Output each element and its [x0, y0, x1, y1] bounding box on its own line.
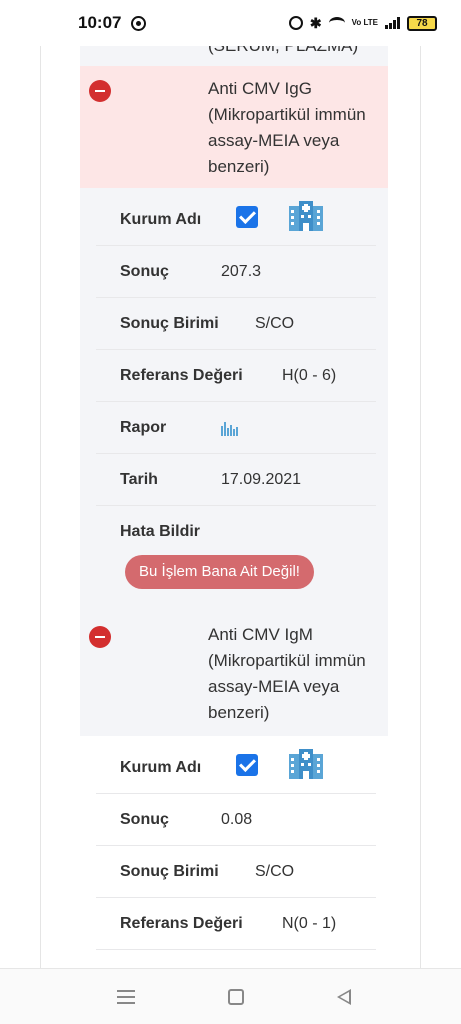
- report-error-button[interactable]: Bu İşlem Bana Ait Değil!: [125, 555, 314, 589]
- detail-row-birim: Sonuç Birimi S/CO: [96, 846, 376, 898]
- detail-row-hata: Hata Bildir: [96, 506, 376, 558]
- detail-row-referans: Referans Değeri H(0 - 6): [96, 350, 376, 402]
- status-bar: 10:07 ✱ Vo LTE 78: [0, 0, 461, 46]
- detail-label: Sonuç: [120, 810, 169, 828]
- whatsapp-icon: [131, 15, 147, 31]
- result-header[interactable]: Anti CMV IgM (Mikropartikül immün assay-…: [80, 612, 388, 736]
- wifi-icon: [328, 17, 345, 29]
- detail-label: Hata Bildir: [120, 523, 201, 540]
- detail-label: Sonuç: [120, 262, 169, 280]
- detail-row-tarih: Tarih 17.09.2021: [96, 454, 376, 506]
- checkbox-icon[interactable]: [236, 206, 258, 228]
- detail-label: Sonuç Birimi: [120, 862, 219, 880]
- reference-value: N(0 - 1): [282, 914, 337, 932]
- detail-row-kurum: Kurum Adı: [96, 742, 376, 794]
- menu-icon[interactable]: [117, 990, 135, 1004]
- status-icons: ✱ Vo LTE 78: [288, 14, 437, 32]
- signal-icon: [385, 17, 400, 29]
- status-time: 10:07: [78, 13, 122, 32]
- previous-result-tail: (SERUM, PLAZMA): [80, 46, 388, 66]
- detail-row-sonuc: Sonuç 0.08: [96, 794, 376, 846]
- detail-label: Kurum Adı: [120, 758, 202, 776]
- detail-row-kurum: Kurum Adı: [96, 194, 376, 246]
- divider: [420, 46, 421, 968]
- minus-circle-icon[interactable]: [89, 626, 111, 648]
- hospital-icon[interactable]: [288, 200, 324, 232]
- detail-row-sonuc: Sonuç 207.3: [96, 246, 376, 298]
- detail-label: Referans Değeri: [120, 914, 243, 932]
- detail-label: Rapor: [120, 418, 167, 436]
- minus-circle-icon[interactable]: [89, 80, 111, 102]
- battery-icon: 78: [407, 15, 437, 31]
- checkbox-icon[interactable]: [236, 754, 258, 776]
- hospital-icon[interactable]: [288, 748, 324, 780]
- reference-value: H(0 - 6): [282, 366, 337, 384]
- alarm-icon: [288, 16, 303, 30]
- detail-row-referans: Referans Değeri N(0 - 1): [96, 898, 376, 950]
- test-name: Anti CMV IgM (Mikropartikül immün assay-…: [208, 625, 366, 722]
- unit-value: S/CO: [255, 862, 295, 880]
- detail-label: Kurum Adı: [120, 210, 202, 228]
- detail-label: Referans Değeri: [120, 366, 243, 384]
- back-icon[interactable]: [337, 989, 351, 1005]
- detail-row-birim: Sonuç Birimi S/CO: [96, 298, 376, 350]
- results-page: (SERUM, PLAZMA) Anti CMV IgG (Mikroparti…: [0, 46, 461, 968]
- result-header[interactable]: Anti CMV IgG (Mikropartikül immün assay-…: [80, 66, 388, 188]
- volte-icon: Vo LTE: [351, 18, 378, 27]
- detail-row-rapor: Rapor: [96, 402, 376, 454]
- previous-test-name: (SERUM, PLAZMA): [208, 46, 358, 56]
- date-value: 17.09.2021: [221, 470, 302, 488]
- navigation-bar: [0, 968, 461, 1024]
- result-value: 207.3: [221, 262, 262, 280]
- unit-value: S/CO: [255, 314, 295, 332]
- home-icon[interactable]: [228, 989, 244, 1005]
- bar-chart-icon[interactable]: [220, 420, 240, 436]
- test-name: Anti CMV IgG (Mikropartikül immün assay-…: [208, 79, 366, 176]
- detail-label: Tarih: [120, 470, 158, 488]
- detail-label: Sonuç Birimi: [120, 314, 219, 332]
- bluetooth-icon: ✱: [309, 14, 322, 31]
- divider: [40, 46, 41, 968]
- result-value: 0.08: [221, 810, 253, 828]
